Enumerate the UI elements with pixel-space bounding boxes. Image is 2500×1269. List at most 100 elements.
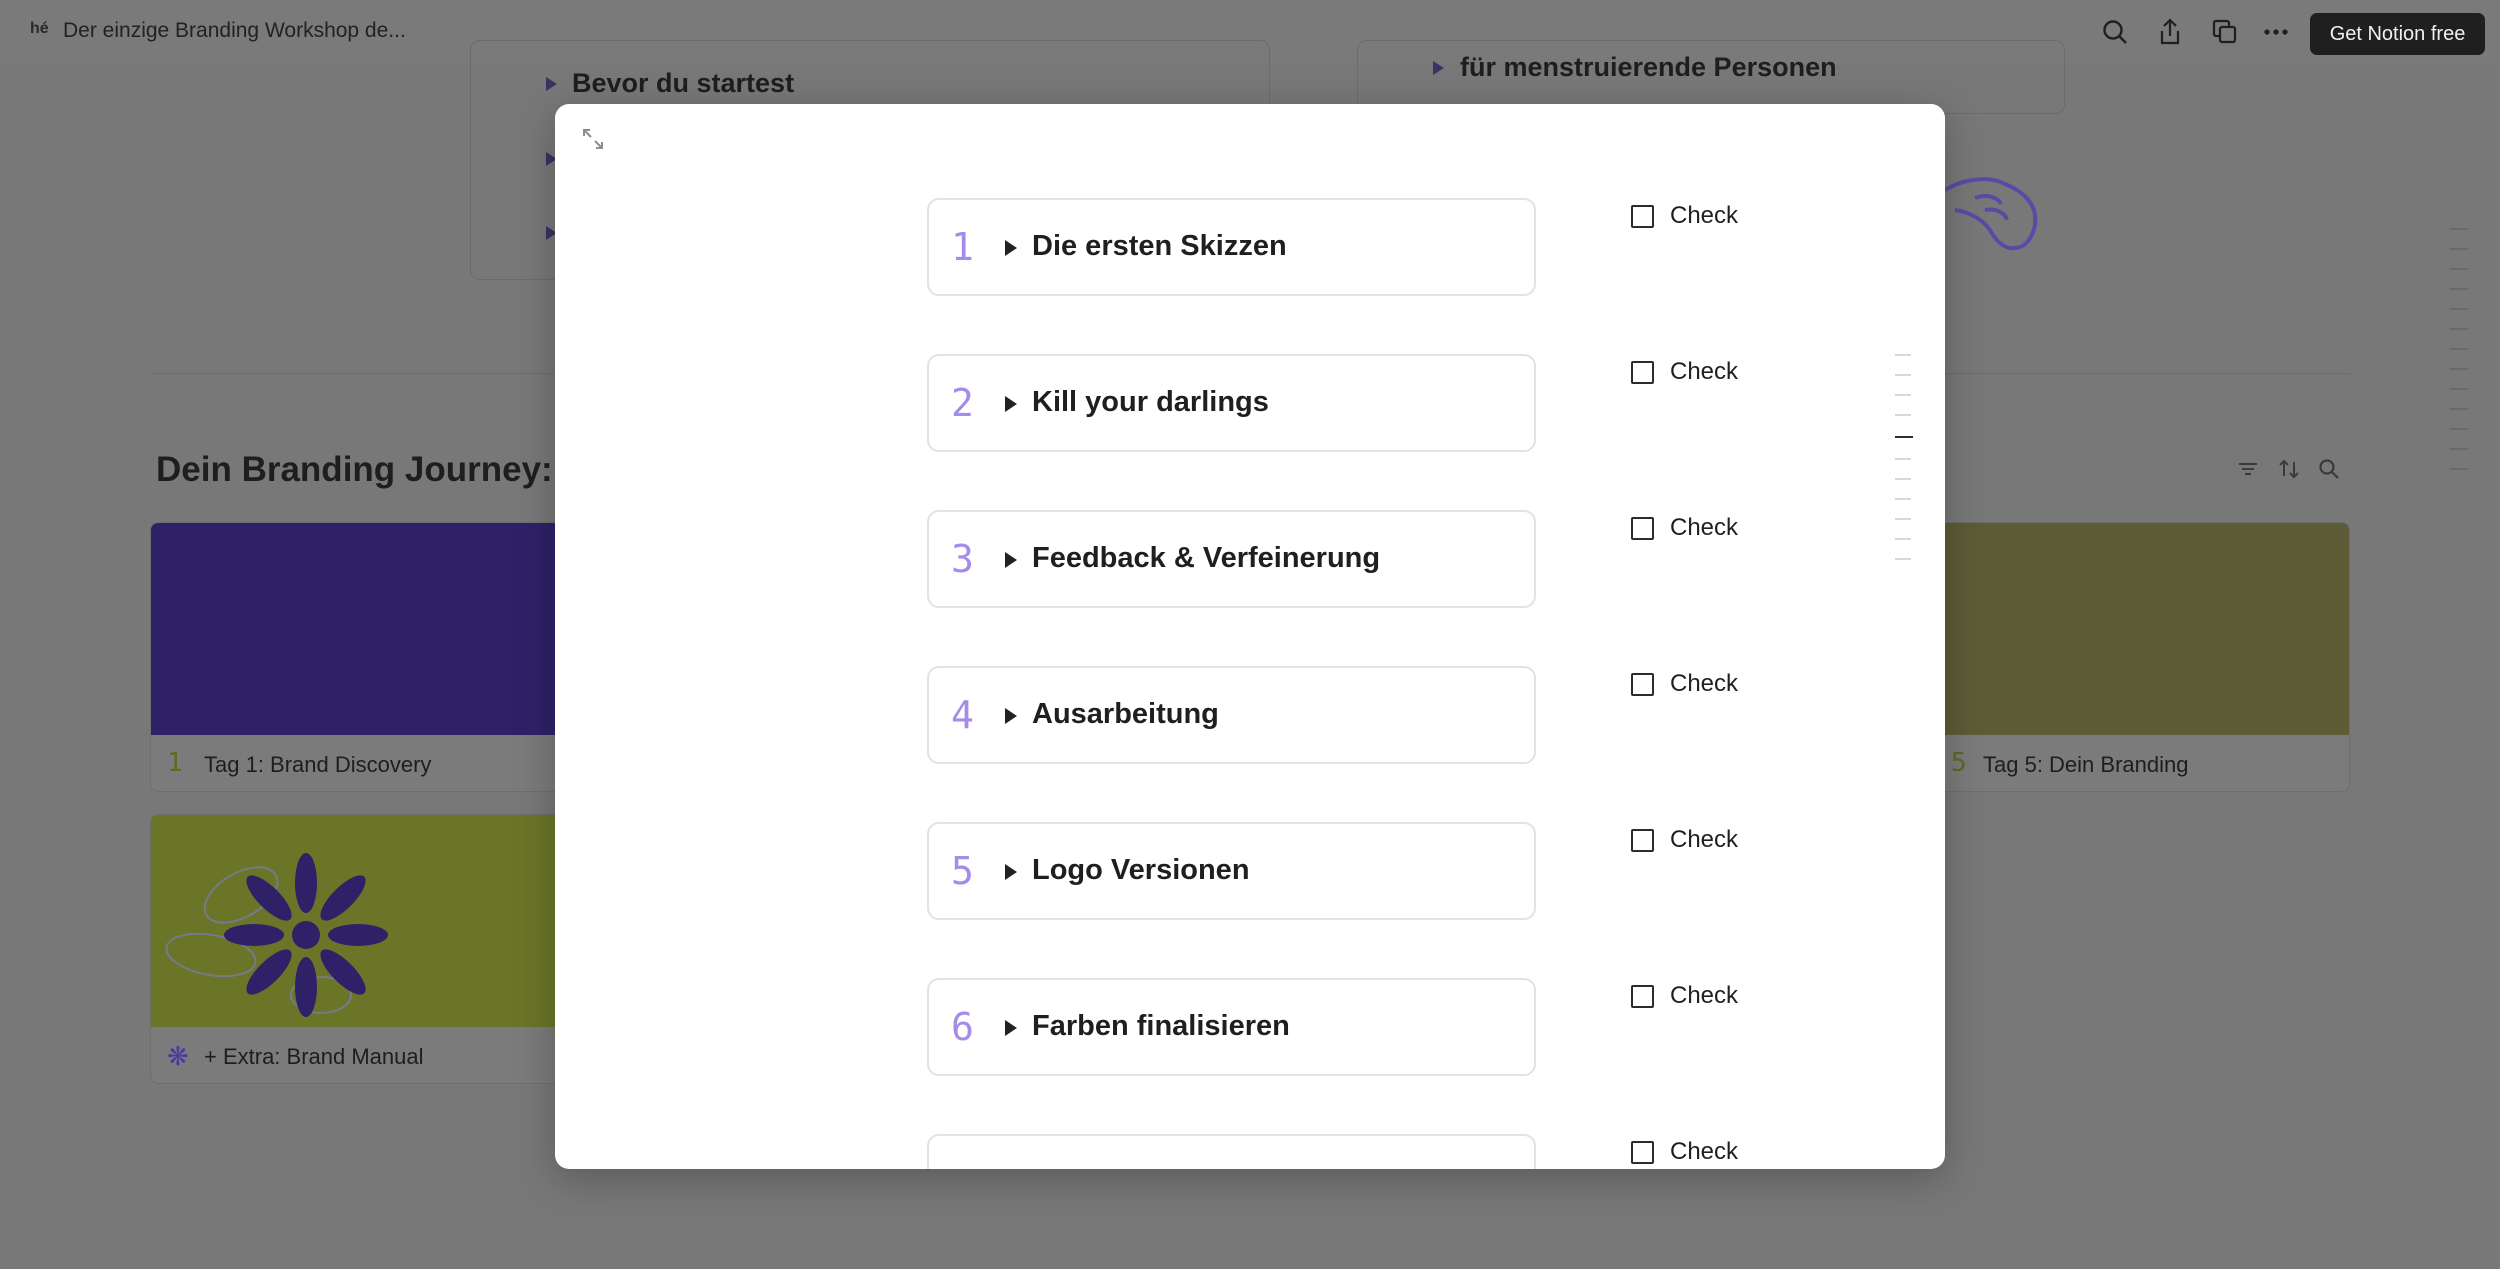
check-label: Check	[1670, 1138, 1739, 1165]
check-row[interactable]: Check	[1631, 669, 1738, 699]
asterisk-icon: ❋	[167, 1041, 189, 1071]
step-number: 6	[951, 1005, 974, 1049]
card-title: + Extra: Brand Manual	[204, 1044, 424, 1069]
filter-icon[interactable]	[2235, 456, 2261, 482]
step-title[interactable]: Logo Versionen	[1032, 854, 1250, 887]
checkbox[interactable]	[1631, 672, 1654, 696]
step-number: 3	[951, 537, 974, 581]
card-title: Tag 5: Dein Branding	[1983, 752, 2189, 777]
checkbox[interactable]	[1631, 1140, 1654, 1164]
toc-marker[interactable]	[1895, 538, 1911, 540]
step-toggle-card[interactable]: 4 Ausarbeitung	[927, 666, 1536, 764]
outline-marker[interactable]	[2450, 368, 2468, 370]
step-title[interactable]: Feedback & Verfeinerung	[1032, 542, 1380, 575]
toggle-arrow-icon[interactable]	[546, 77, 557, 91]
step-toggle-card[interactable]: 2 Kill your darlings	[927, 354, 1536, 452]
card-title: Tag 1: Brand Discovery	[204, 752, 432, 777]
duplicate-icon[interactable]	[2209, 16, 2241, 48]
check-label: Check	[1670, 982, 1739, 1009]
check-row[interactable]: Check	[1631, 357, 1738, 387]
toc-marker[interactable]	[1895, 458, 1911, 460]
outline-marker[interactable]	[2450, 268, 2468, 270]
checkbox[interactable]	[1631, 204, 1654, 228]
toc-marker[interactable]	[1895, 558, 1911, 560]
step-toggle-card[interactable]: 5 Logo Versionen	[927, 822, 1536, 920]
card-cover	[151, 815, 569, 1027]
toc-marker[interactable]	[1895, 518, 1911, 520]
step-title[interactable]: Die ersten Skizzen	[1032, 230, 1287, 263]
outline-marker[interactable]	[2450, 328, 2468, 330]
step-title[interactable]: Ausarbeitung	[1032, 698, 1219, 731]
search-icon[interactable]	[2099, 16, 2131, 48]
toc-marker-active[interactable]	[1895, 436, 1913, 438]
page-favicon: hé	[30, 20, 49, 37]
toggle-arrow-icon[interactable]	[1433, 61, 1444, 75]
check-label: Check	[1670, 514, 1739, 541]
more-icon[interactable]	[2260, 16, 2292, 48]
card-cover	[151, 523, 569, 735]
card-number: 5	[1951, 748, 1967, 778]
outline-marker[interactable]	[2450, 228, 2468, 230]
step-toggle-card[interactable]	[927, 1134, 1536, 1169]
toc-marker[interactable]	[1895, 394, 1911, 396]
outline-marker[interactable]	[2450, 348, 2468, 350]
toc-marker[interactable]	[1895, 354, 1911, 356]
check-label: Check	[1670, 202, 1739, 229]
journey-heading: Dein Branding Journey:	[156, 450, 553, 489]
document-title[interactable]: Der einzige Branding Workshop de...	[63, 19, 406, 43]
step-toggle-card[interactable]: 3 Feedback & Verfeinerung	[927, 510, 1536, 608]
toggle-arrow-icon[interactable]	[1005, 1020, 1017, 1036]
background-toggle-label[interactable]: für menstruierende Personen	[1460, 52, 1837, 83]
toggle-arrow-icon[interactable]	[1005, 864, 1017, 880]
step-title[interactable]: Farben finalisieren	[1032, 1010, 1290, 1043]
gallery-card-tag-1[interactable]: 1 Tag 1: Brand Discovery	[150, 522, 570, 792]
check-row[interactable]: Check	[1631, 513, 1738, 543]
expand-icon[interactable]	[580, 126, 606, 152]
checkbox[interactable]	[1631, 516, 1654, 540]
gallery-card-brand-manual[interactable]: ❋ + Extra: Brand Manual	[150, 814, 570, 1084]
checkbox[interactable]	[1631, 360, 1654, 384]
check-row[interactable]: Check	[1631, 1137, 1738, 1167]
checkbox[interactable]	[1631, 828, 1654, 852]
step-number: 4	[951, 693, 974, 737]
checkbox[interactable]	[1631, 984, 1654, 1008]
toc-marker[interactable]	[1895, 414, 1911, 416]
check-label: Check	[1670, 358, 1739, 385]
share-icon[interactable]	[2154, 16, 2186, 48]
outline-marker[interactable]	[2450, 468, 2468, 470]
toc-marker[interactable]	[1895, 374, 1911, 376]
outline-marker[interactable]	[2450, 388, 2468, 390]
card-cover	[1931, 523, 2349, 735]
toggle-arrow-icon[interactable]	[1005, 708, 1017, 724]
check-label: Check	[1670, 826, 1739, 853]
asterisk-flower-icon	[165, 853, 388, 1017]
outline-marker[interactable]	[2450, 428, 2468, 430]
outline-marker[interactable]	[2450, 408, 2468, 410]
hand-illustration-icon	[1943, 177, 2038, 251]
toc-marker[interactable]	[1895, 498, 1911, 500]
get-notion-free-button[interactable]: Get Notion free	[2310, 13, 2485, 55]
outline-marker[interactable]	[2450, 288, 2468, 290]
gallery-card-tag-5[interactable]: 5 Tag 5: Dein Branding	[1930, 522, 2350, 792]
card-number: 1	[167, 748, 183, 778]
peek-modal: 1 Die ersten Skizzen Check 2 Kill your d…	[555, 104, 1945, 1169]
toggle-arrow-icon[interactable]	[1005, 396, 1017, 412]
toggle-arrow-icon[interactable]	[1005, 240, 1017, 256]
toc-marker[interactable]	[1895, 478, 1911, 480]
search-icon[interactable]	[2316, 456, 2342, 482]
outline-marker[interactable]	[2450, 308, 2468, 310]
sort-icon[interactable]	[2276, 456, 2302, 482]
check-row[interactable]: Check	[1631, 825, 1738, 855]
outline-marker[interactable]	[2450, 248, 2468, 250]
step-title[interactable]: Kill your darlings	[1032, 386, 1269, 419]
step-number: 5	[951, 849, 974, 893]
check-row[interactable]: Check	[1631, 981, 1738, 1011]
toggle-arrow-icon[interactable]	[1005, 552, 1017, 568]
check-row[interactable]: Check	[1631, 201, 1738, 231]
check-label: Check	[1670, 670, 1739, 697]
step-toggle-card[interactable]: 1 Die ersten Skizzen	[927, 198, 1536, 296]
outline-marker[interactable]	[2450, 448, 2468, 450]
step-toggle-card[interactable]: 6 Farben finalisieren	[927, 978, 1536, 1076]
step-number: 2	[951, 381, 974, 425]
background-toggle-label[interactable]: Bevor du startest	[572, 68, 794, 99]
